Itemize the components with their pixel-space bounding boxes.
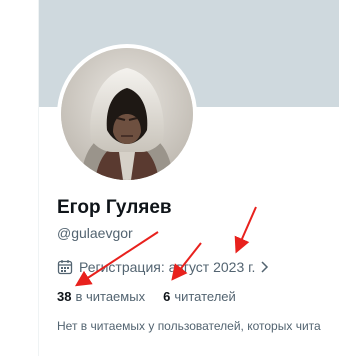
following-label: в читаемых [75, 289, 146, 304]
joined-date[interactable]: Регистрация: август 2023 г. [57, 258, 339, 276]
chevron-right-icon[interactable] [259, 260, 269, 274]
followers-link[interactable]: 6 читателей [163, 288, 236, 306]
following-link[interactable]: 38 в читаемых [57, 288, 145, 306]
following-count: 38 [57, 289, 72, 304]
avatar-image [61, 48, 193, 180]
joined-label: Регистрация: август 2023 г. [79, 259, 256, 275]
left-navigation-edge [0, 0, 39, 356]
display-name: Егор Гуляев [57, 197, 172, 218]
calendar-icon [57, 260, 73, 275]
avatar[interactable] [61, 48, 193, 180]
followers-label: читателей [174, 289, 236, 304]
followers-count: 6 [163, 289, 171, 304]
follow-stats: 38 в читаемых 6 читателей [57, 288, 339, 306]
profile-info: Егор Гуляев @gulaevgor Регистрация: авгу… [57, 196, 339, 334]
avatar-border [57, 44, 197, 184]
followers-you-know-notice: Нет в читаемых у пользователей, которых … [57, 319, 321, 333]
user-handle: @gulaevgor [57, 225, 133, 241]
